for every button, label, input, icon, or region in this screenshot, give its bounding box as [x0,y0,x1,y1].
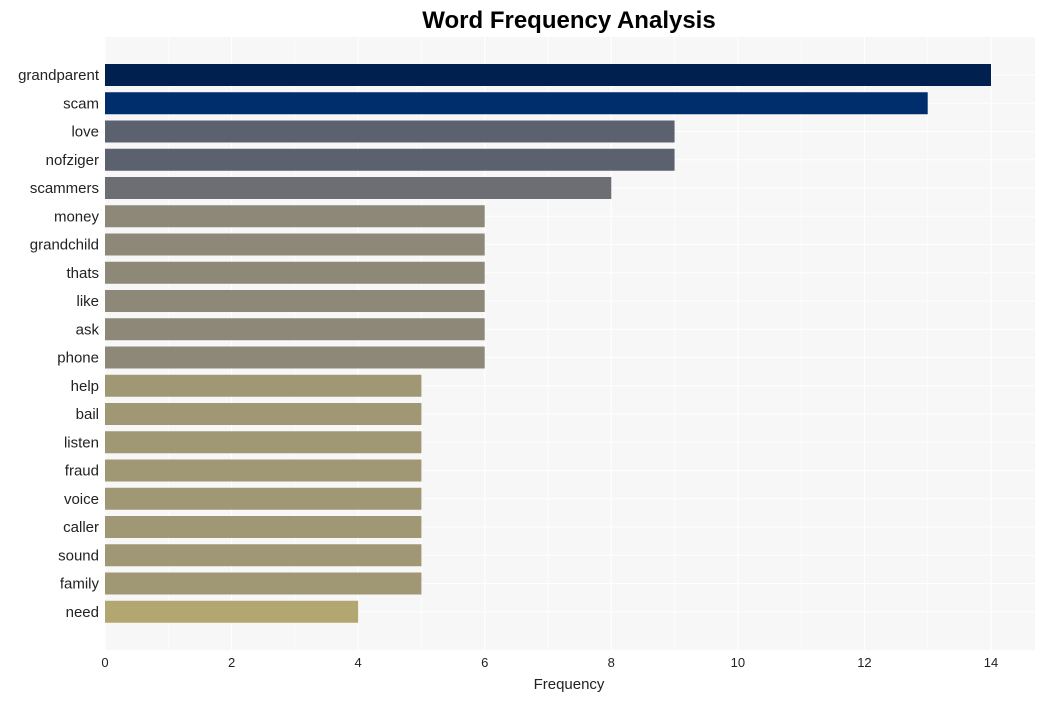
y-label-listen: listen [64,434,99,451]
y-label-thats: thats [66,265,99,282]
y-label-fraud: fraud [65,463,99,480]
x-tick-4: 4 [355,655,362,670]
x-tick-14: 14 [984,655,998,670]
bar-scammers [105,177,612,199]
y-label-sound: sound [58,547,99,564]
word-frequency-chart: grandparent scam love nofziger scammers money… [18,7,1035,693]
y-label-voice: voice [64,491,99,508]
bar-fraud [105,459,422,482]
y-label-nofziger: nofziger [46,152,99,169]
x-tick-2: 2 [228,655,235,670]
x-tick-6: 6 [481,655,488,670]
y-label-grandchild: grandchild [30,237,99,254]
y-label-need: need [66,604,99,621]
x-axis-label: Frequency [534,676,605,693]
y-label-phone: phone [57,350,99,367]
y-label-scam: scam [63,95,99,112]
x-tick-0: 0 [101,655,108,670]
bar-phone [105,346,485,369]
bar-thats [105,261,485,284]
x-tick-12: 12 [857,655,871,670]
bar-need [105,600,359,623]
y-label-love: love [71,124,99,141]
y-label-grandparent: grandparent [18,67,100,84]
bar-love [105,120,675,143]
x-tick-10: 10 [731,655,745,670]
y-label-caller: caller [63,519,99,536]
bar-ask [105,318,485,341]
bar-help [105,374,422,397]
bar-like [105,290,485,312]
bar-family [105,572,422,595]
bar-nofziger [105,148,675,171]
chart-title: Word Frequency Analysis [422,7,715,34]
y-label-scammers: scammers [30,180,99,197]
bar-voice [105,487,422,510]
bar-sound [105,544,422,567]
bar-grandchild [105,233,485,256]
bar-caller [105,516,422,538]
y-label-help: help [71,378,99,395]
bar-listen [105,431,422,454]
bar-money [105,205,485,228]
y-label-ask: ask [76,321,100,338]
x-tick-8: 8 [608,655,615,670]
y-label-bail: bail [76,406,99,423]
y-label-money: money [54,208,100,225]
y-axis-labels: grandparent scam love nofziger scammers money… [18,67,100,621]
bar-bail [105,403,422,425]
bar-scam [105,92,928,115]
y-label-family: family [60,576,100,593]
bar-grandparent [105,64,991,86]
y-label-like: like [76,293,99,310]
x-axis-ticks: 0 2 4 6 8 10 12 14 [101,655,998,670]
